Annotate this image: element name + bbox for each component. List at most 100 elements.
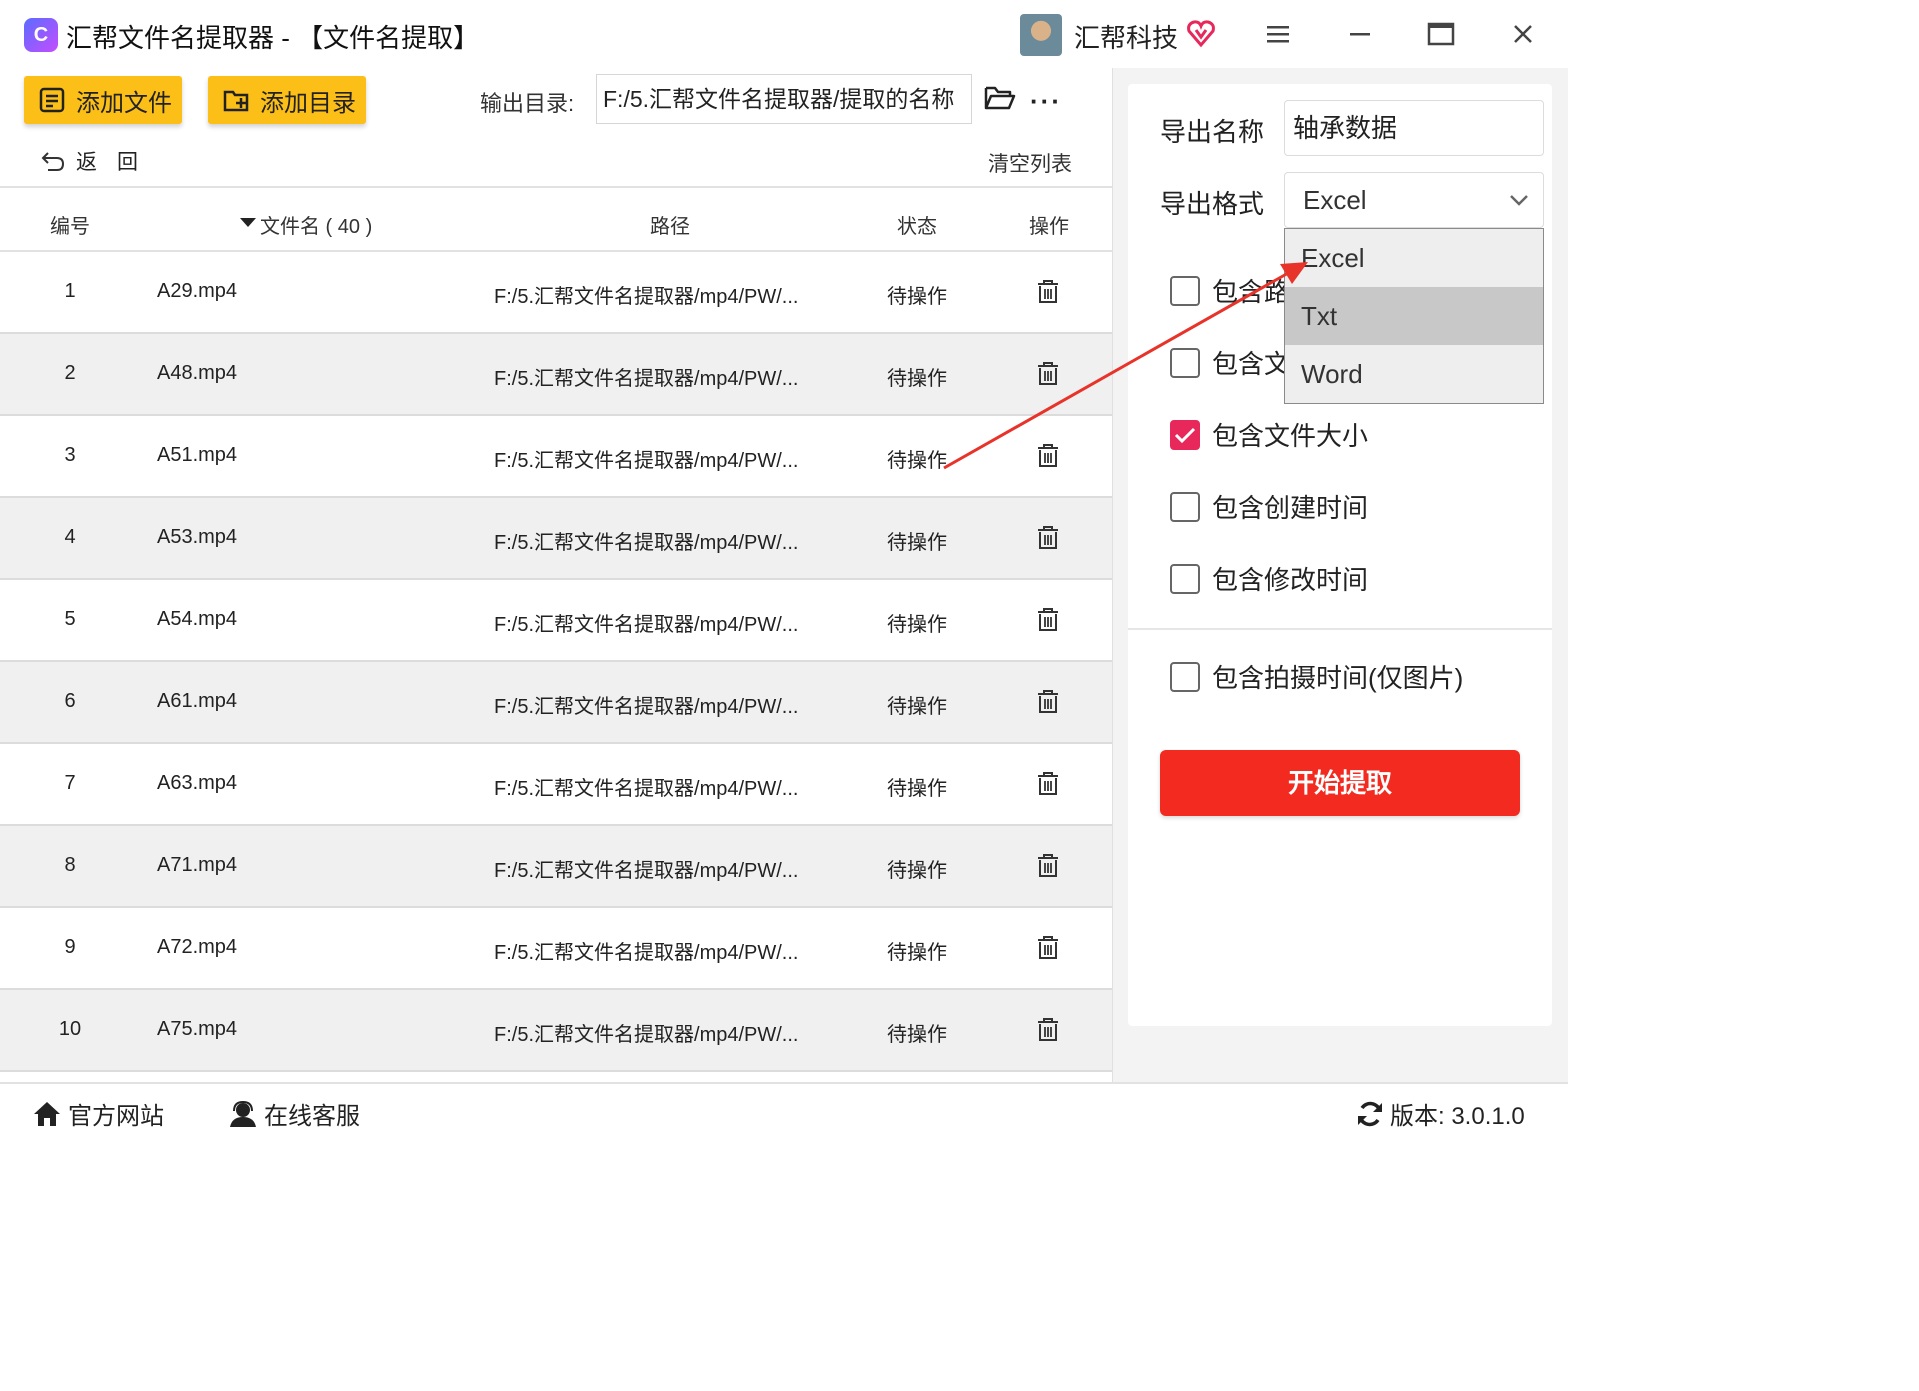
table-row[interactable]: 9 A72.mp4 F:/5.汇帮文件名提取器/mp4/PW/... 待操作: [0, 908, 1112, 990]
row-path: F:/5.汇帮文件名提取器/mp4/PW/...: [494, 1024, 799, 1046]
back-button[interactable]: 返回: [40, 146, 158, 176]
option-label: 包含文: [1212, 349, 1291, 379]
export-format-label: 导出格式: [1160, 189, 1265, 219]
header-filename[interactable]: 文件名 ( 40 ): [260, 210, 372, 239]
row-status: 待操作: [887, 696, 947, 718]
row-no: 2: [64, 362, 76, 384]
table-body: 1 A29.mp4 F:/5.汇帮文件名提取器/mp4/PW/... 待操作 2 A48.…: [0, 252, 1112, 1072]
clear-list-button[interactable]: 清空列表: [988, 148, 1072, 178]
format-option-txt[interactable]: Txt: [1285, 287, 1543, 345]
add-file-button[interactable]: 添加文件: [24, 76, 182, 124]
output-dir-input[interactable]: F:/5.汇帮文件名提取器/提取的名称: [596, 74, 972, 124]
user-support-icon: [230, 1100, 256, 1127]
add-file-icon: [39, 87, 65, 113]
company-name: 汇帮科技: [1074, 23, 1179, 53]
table-row[interactable]: 4 A53.mp4 F:/5.汇帮文件名提取器/mp4/PW/... 待操作: [0, 498, 1112, 580]
checkbox-icon[interactable]: [1170, 491, 1200, 522]
chevron-down-icon: [1510, 195, 1528, 206]
row-status: 待操作: [887, 286, 947, 308]
row-filename: A75.mp4: [157, 1018, 238, 1040]
back-icon: [41, 152, 65, 171]
start-extract-button[interactable]: 开始提取: [1160, 750, 1520, 816]
more-options-icon[interactable]: ···: [1030, 86, 1062, 117]
option-checkbox[interactable]: 包含文: [1170, 344, 1290, 381]
row-path: F:/5.汇帮文件名提取器/mp4/PW/...: [494, 532, 799, 554]
row-no: 3: [64, 444, 76, 466]
table-row[interactable]: 2 A48.mp4 F:/5.汇帮文件名提取器/mp4/PW/... 待操作: [0, 334, 1112, 416]
table-row[interactable]: 8 A71.mp4 F:/5.汇帮文件名提取器/mp4/PW/... 待操作: [0, 826, 1112, 908]
option-checkbox[interactable]: 包含修改时间: [1170, 560, 1368, 597]
menu-icon[interactable]: [1256, 14, 1302, 54]
header-no: 编号: [50, 216, 90, 238]
row-path: F:/5.汇帮文件名提取器/mp4/PW/...: [494, 860, 799, 882]
maximize-icon[interactable]: [1418, 14, 1464, 54]
trash-icon[interactable]: [1036, 524, 1060, 556]
trash-icon[interactable]: [1036, 688, 1060, 720]
option-checkbox[interactable]: 包含创建时间: [1170, 488, 1368, 525]
table-row[interactable]: 3 A51.mp4 F:/5.汇帮文件名提取器/mp4/PW/... 待操作: [0, 416, 1112, 498]
table-row[interactable]: 10 A75.mp4 F:/5.汇帮文件名提取器/mp4/PW/... 待操作: [0, 990, 1112, 1072]
app-window: C 汇帮文件名提取器 - 【文件名提取】 汇帮科技 添加文件 添加目录 输出目录…: [0, 0, 1568, 1139]
table-row[interactable]: 7 A63.mp4 F:/5.汇帮文件名提取器/mp4/PW/... 待操作: [0, 744, 1112, 826]
checkbox-icon[interactable]: [1170, 347, 1200, 378]
row-no: 8: [64, 854, 76, 876]
export-name-label: 导出名称: [1160, 117, 1265, 147]
refresh-icon: [1358, 1101, 1382, 1126]
home-icon: [34, 1101, 60, 1126]
option-checkbox[interactable]: 包含文件大小: [1170, 416, 1368, 453]
option-label: 包含路: [1212, 277, 1291, 307]
row-filename: A71.mp4: [157, 854, 238, 876]
sort-down-icon[interactable]: [240, 212, 256, 235]
trash-icon[interactable]: [1036, 278, 1060, 310]
trash-icon[interactable]: [1036, 934, 1060, 966]
checkbox-checked-icon[interactable]: [1170, 419, 1200, 450]
row-path: F:/5.汇帮文件名提取器/mp4/PW/...: [494, 614, 799, 636]
table-row[interactable]: 5 A54.mp4 F:/5.汇帮文件名提取器/mp4/PW/... 待操作: [0, 580, 1112, 662]
row-no: 10: [58, 1018, 82, 1040]
format-option-word[interactable]: Word: [1285, 345, 1543, 403]
export-name-input[interactable]: 轴承数据: [1284, 100, 1544, 156]
add-directory-label: 添加目录: [260, 89, 356, 117]
export-format-select[interactable]: Excel: [1284, 172, 1544, 228]
row-path: F:/5.汇帮文件名提取器/mp4/PW/...: [494, 368, 799, 390]
row-filename: A54.mp4: [157, 608, 238, 630]
trash-icon[interactable]: [1036, 852, 1060, 884]
row-path: F:/5.汇帮文件名提取器/mp4/PW/...: [494, 696, 799, 718]
header-path: 路径: [650, 216, 690, 238]
trash-icon[interactable]: [1036, 770, 1060, 802]
export-format-value: Excel: [1303, 185, 1367, 215]
app-title: 汇帮文件名提取器 - 【文件名提取】: [66, 23, 480, 53]
checkbox-icon[interactable]: [1170, 563, 1200, 594]
folder-open-icon[interactable]: [984, 84, 1016, 112]
table-row[interactable]: 6 A61.mp4 F:/5.汇帮文件名提取器/mp4/PW/... 待操作: [0, 662, 1112, 744]
trash-icon[interactable]: [1036, 442, 1060, 474]
format-dropdown: Excel Txt Word: [1284, 228, 1544, 404]
close-icon[interactable]: [1500, 14, 1546, 54]
row-status: 待操作: [887, 450, 947, 472]
row-path: F:/5.汇帮文件名提取器/mp4/PW/...: [494, 942, 799, 964]
trash-icon[interactable]: [1036, 606, 1060, 638]
website-link[interactable]: 官方网站: [32, 1096, 164, 1131]
option-checkbox[interactable]: 包含拍摄时间(仅图片): [1170, 658, 1463, 695]
table-row[interactable]: 1 A29.mp4 F:/5.汇帮文件名提取器/mp4/PW/... 待操作: [0, 252, 1112, 334]
minimize-icon[interactable]: [1338, 14, 1384, 54]
row-status: 待操作: [887, 532, 947, 554]
row-status: 待操作: [887, 860, 947, 882]
row-filename: A53.mp4: [157, 526, 238, 548]
trash-icon[interactable]: [1036, 360, 1060, 392]
trash-icon[interactable]: [1036, 1016, 1060, 1048]
version-info[interactable]: 版本: 3.0.1.0: [1356, 1096, 1525, 1131]
row-path: F:/5.汇帮文件名提取器/mp4/PW/...: [494, 778, 799, 800]
row-path: F:/5.汇帮文件名提取器/mp4/PW/...: [494, 450, 799, 472]
checkbox-icon[interactable]: [1170, 661, 1200, 692]
row-no: 4: [64, 526, 76, 548]
vip-heart-icon[interactable]: [1186, 18, 1216, 48]
checkbox-icon[interactable]: [1170, 275, 1200, 306]
row-no: 5: [64, 608, 76, 630]
format-option-excel[interactable]: Excel: [1285, 229, 1543, 287]
support-link[interactable]: 在线客服: [228, 1096, 360, 1131]
add-directory-button[interactable]: 添加目录: [208, 76, 366, 124]
table-header: 编号 文件名 ( 40 ) 路径 状态 操作: [0, 186, 1112, 252]
user-avatar[interactable]: [1020, 14, 1062, 56]
option-checkbox[interactable]: 包含路: [1170, 272, 1290, 309]
